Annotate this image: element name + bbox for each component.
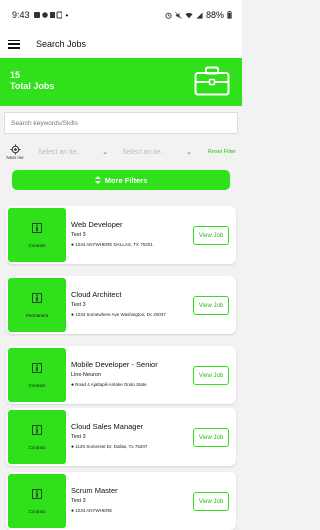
job-type-tile: Contract [8, 348, 66, 402]
location-pin-icon: ● [71, 508, 75, 514]
job-type-tile: Contract [8, 410, 66, 464]
location-pin-icon: ● [71, 312, 75, 318]
info-icon [32, 292, 42, 303]
signal-icon [196, 11, 203, 19]
job-title: Web Developer [71, 220, 123, 229]
wifi-icon [185, 12, 193, 18]
city-select-2-placeholder: Select an ite.. [122, 148, 165, 156]
job-title: Mobile Developer - Senior [71, 360, 158, 369]
page-title: Search Jobs [36, 39, 87, 49]
job-type-tile: Contract [8, 208, 66, 262]
job-company: Test 3 [71, 302, 86, 308]
info-icon [32, 424, 42, 435]
job-title: Scrum Master [71, 486, 118, 495]
view-job-button[interactable]: View Job [193, 296, 229, 315]
city-select-2[interactable]: Select an ite.. ⌄ [118, 148, 196, 157]
job-card[interactable]: Contract Mobile Developer - Senior Linx-… [6, 346, 236, 404]
status-time: 9:43 [12, 10, 30, 20]
location-target-icon [9, 144, 21, 155]
job-address: ● 1234 Somewhere Ave Washington, Dc 2003… [71, 312, 183, 319]
job-address: ● 1234 ANYWHERE [71, 508, 183, 515]
status-right: 88% [165, 10, 232, 20]
search-input[interactable] [11, 119, 231, 127]
job-company: Test 3 [71, 434, 86, 440]
job-address: ● 1120 Somerset Dr, Dallas, Tx 75207 [71, 444, 183, 451]
search-box [4, 112, 238, 134]
location-pin-icon: ● [71, 382, 75, 388]
briefcase-icon [194, 66, 230, 96]
reset-filter-link[interactable]: Reset Filter [208, 149, 238, 155]
status-left: 9:43 • [12, 10, 68, 20]
job-address: ● 1234 ANYWHERE DALLAS, TX 75201 [71, 242, 183, 249]
sort-arrows-icon [94, 176, 101, 184]
location-pin-icon: ● [71, 242, 75, 248]
app-bar: Search Jobs [0, 30, 242, 58]
near-me-button[interactable]: Near me [4, 144, 26, 160]
more-dot-icon: • [65, 10, 69, 20]
job-company: Test 3 [71, 498, 86, 504]
job-type-label: Permanent [25, 312, 48, 318]
total-jobs-banner: 15 Total Jobs [0, 58, 242, 106]
filter-row: Near me Select an ite.. ⌄ Select an ite.… [4, 140, 238, 164]
info-icon [32, 488, 42, 499]
job-card[interactable]: Contract Scrum Master Test 3 ● 1234 ANYW… [6, 472, 236, 530]
job-title: Cloud Architect [71, 290, 122, 299]
status-bar: 9:43 • 88% [0, 0, 242, 30]
battery-icon [227, 11, 232, 19]
chevron-down-icon: ⌄ [102, 149, 108, 156]
job-card[interactable]: Contract Web Developer Test 3 ● 1234 ANY… [6, 206, 236, 264]
info-icon [32, 362, 42, 373]
job-card[interactable]: Contract Cloud Sales Manager Test 3 ● 11… [6, 408, 236, 466]
job-address-text: 1120 Somerset Dr, Dallas, Tx 75207 [75, 444, 148, 449]
view-job-button[interactable]: View Job [193, 226, 229, 245]
job-address-text: 1234 ANYWHERE [75, 508, 113, 513]
notification-icons [33, 11, 62, 19]
mute-icon [175, 11, 182, 19]
job-address-text: 1234 ANYWHERE DALLAS, TX 75201 [75, 242, 153, 247]
view-job-button[interactable]: View Job [193, 366, 229, 385]
job-title: Cloud Sales Manager [71, 422, 144, 431]
view-job-button[interactable]: View Job [193, 428, 229, 447]
more-filters-label: More Filters [104, 175, 148, 185]
job-type-label: Contract [28, 242, 46, 248]
job-type-label: Contract [28, 508, 46, 514]
job-company: Test 3 [71, 232, 86, 238]
job-company: Linx-Neuron [71, 372, 101, 378]
more-filters-button[interactable]: More Filters [12, 170, 230, 190]
job-address: ● Road 4 Ajaltapili Airtake Ondo State [71, 382, 183, 389]
job-card[interactable]: Permanent Cloud Architect Test 3 ● 1234 … [6, 276, 236, 334]
job-type-label: Contract [28, 382, 46, 388]
city-select-1-placeholder: Select an ite.. [38, 148, 81, 156]
info-icon [32, 222, 42, 233]
job-type-tile: Contract [8, 474, 66, 528]
location-pin-icon: ● [71, 444, 75, 450]
city-select-1[interactable]: Select an ite.. ⌄ [34, 148, 112, 157]
battery-percent: 88% [205, 10, 224, 20]
job-address-text: Road 4 Ajaltapili Airtake Ondo State [75, 382, 147, 387]
view-job-button[interactable]: View Job [193, 492, 229, 511]
alarm-icon [165, 12, 172, 19]
chevron-down-icon: ⌄ [186, 149, 192, 156]
job-type-tile: Permanent [8, 278, 66, 332]
near-me-label: Near me [6, 155, 24, 160]
menu-icon[interactable] [8, 39, 20, 49]
job-type-label: Contract [28, 444, 46, 450]
job-address-text: 1234 Somewhere Ave Washington, Dc 20037 [75, 312, 166, 317]
